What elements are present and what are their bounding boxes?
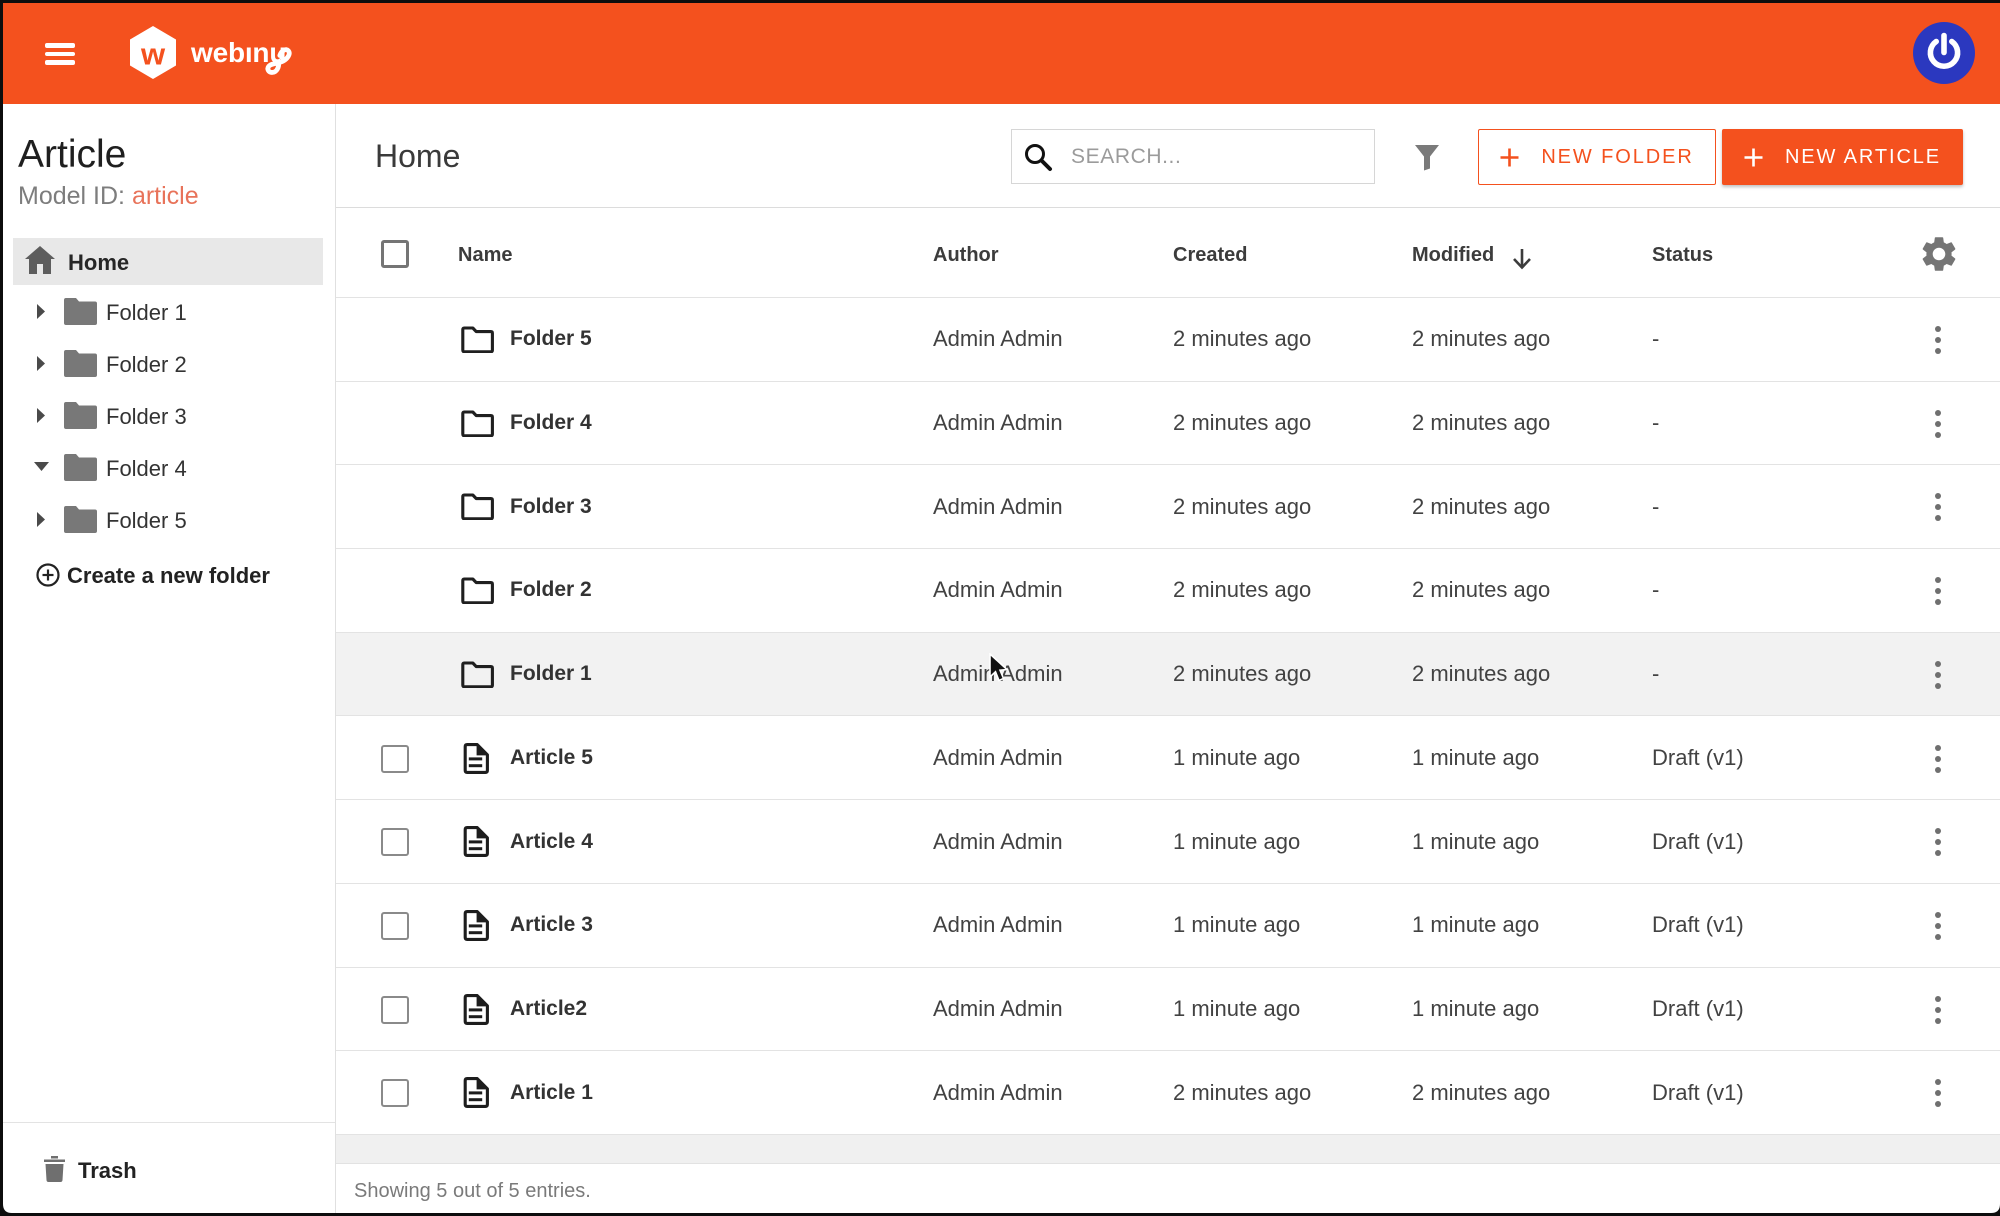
svg-text:w: w [140,37,166,72]
